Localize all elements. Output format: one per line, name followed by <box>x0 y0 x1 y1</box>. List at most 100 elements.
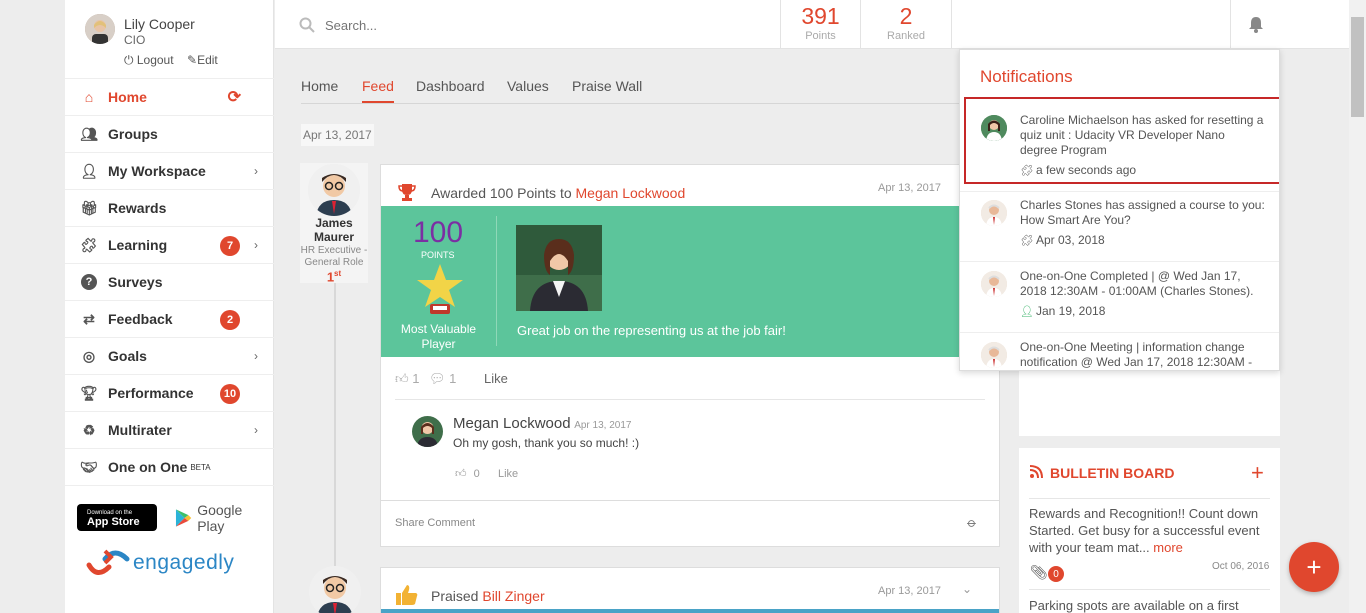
author-role: HR Executive - General Role <box>300 245 368 268</box>
commenter-avatar[interactable] <box>412 416 443 447</box>
sidebar-item-label: Performance <box>108 385 194 401</box>
rank-suffix: st <box>334 269 342 278</box>
comment-text: Oh my gosh, thank you so much! :) <box>453 436 640 450</box>
search-icon <box>299 17 315 33</box>
post2-author-avatar[interactable] <box>309 566 361 613</box>
floating-add-button[interactable]: + <box>1289 542 1339 592</box>
tabs-divider <box>301 103 961 104</box>
sidebar-item-label: Rewards <box>108 200 167 216</box>
post-date: Apr 13, 2017 <box>878 182 941 194</box>
bulletin-title: BULLETIN BOARD <box>1050 465 1175 481</box>
edit-link[interactable]: ✎Edit <box>187 53 218 67</box>
paperclip-icon[interactable]: 📎︎ <box>1030 564 1048 581</box>
bulletin-board: BULLETIN BOARD + Rewards and Recognition… <box>1019 448 1280 613</box>
notification-time: 🧩︎ Apr 03, 2018 <box>1020 233 1279 249</box>
count-badge: 2 <box>220 310 240 330</box>
user-avatar[interactable] <box>85 14 115 44</box>
plus-icon: + <box>1306 551 1322 582</box>
tab-feed[interactable]: Feed <box>362 78 394 104</box>
sidebar-item-feedback[interactable]: ⇄ Feedback 2 <box>65 301 274 338</box>
sidebar-item-rewards[interactable]: 🎁︎ Rewards <box>65 190 274 227</box>
tab-dashboard[interactable]: Dashboard <box>416 78 485 94</box>
commenter-name[interactable]: Megan Lockwood <box>453 415 571 432</box>
notification-text: One-on-One Completed | @ Wed Jan 17, 201… <box>1020 269 1254 298</box>
bulletin-item2-text[interactable]: Parking spots are available on a first <box>1029 598 1274 613</box>
notification-text: One-on-One Meeting | information change … <box>1020 340 1253 369</box>
logout-label: Logout <box>136 53 174 67</box>
share-comment-box[interactable]: Share Comment ⌀ <box>381 500 999 546</box>
comment-like-count[interactable]: 👍︎ 0 <box>455 467 480 480</box>
notification-item[interactable]: One-on-One Meeting | information change … <box>960 340 1279 370</box>
post2-menu-chevron-icon[interactable]: ⌄ <box>962 582 972 596</box>
sidebar-item-learning[interactable]: 🧩︎ Learning 7 › <box>65 227 274 264</box>
sidebar-item-my-workspace[interactable]: 👤︎ My Workspace › <box>65 153 274 190</box>
notification-avatar <box>981 271 1007 297</box>
ranked-label: Ranked <box>887 30 925 42</box>
trophy-icon <box>398 184 416 201</box>
post2-recipient-link[interactable]: Bill Zinger <box>482 588 544 604</box>
target-icon: ◎ <box>82 347 96 364</box>
bulletin-item-date: Oct 06, 2016 <box>1212 561 1270 572</box>
notification-divider <box>960 261 1279 262</box>
gift-icon: 🎁︎ <box>80 199 98 216</box>
like-button[interactable]: Like <box>484 371 508 386</box>
sidebar-item-one-on-one[interactable]: 🤝︎ One on One BETA <box>65 449 274 486</box>
ranked-stat[interactable]: 2 Ranked <box>860 0 952 49</box>
notifications-button[interactable] <box>1230 0 1280 49</box>
chevron-right-icon: › <box>254 349 258 363</box>
thumbs-up-praise-icon <box>396 585 418 605</box>
google-play-badge[interactable]: Google Play <box>175 502 270 534</box>
paperclip-icon[interactable]: ⌀ <box>963 515 980 532</box>
notification-item[interactable]: One-on-One Completed | @ Wed Jan 17, 201… <box>960 269 1279 333</box>
comment-count-button[interactable]: 💬︎ 1 <box>429 371 456 387</box>
logout-link[interactable]: ⏻ Logout <box>124 53 174 68</box>
tab-home[interactable]: Home <box>301 78 338 94</box>
puzzle-icon: 🧩︎ <box>1020 235 1034 247</box>
points-stat[interactable]: 391 Points <box>780 0 860 49</box>
date-chip: Apr 13, 2017 <box>301 124 374 146</box>
person-icon: 👤︎ <box>1020 306 1034 318</box>
bulletin-more-link[interactable]: more <box>1153 540 1183 555</box>
sidebar-item-goals[interactable]: ◎ Goals › <box>65 338 274 375</box>
puzzle-icon: 🧩︎ <box>80 236 98 253</box>
like-count-button[interactable]: 👍︎ 1 <box>395 371 419 387</box>
comment-like-button[interactable]: Like <box>498 468 518 480</box>
search-input[interactable] <box>325 12 725 38</box>
comment-count: 1 <box>449 371 457 386</box>
points-amount: 100 <box>413 216 464 249</box>
notification-time: 👤︎ Jan 19, 2018 <box>1020 304 1279 320</box>
scrollbar-thumb[interactable] <box>1351 17 1364 117</box>
app-store-badge[interactable]: Download on the App Store <box>77 504 157 531</box>
tab-values[interactable]: Values <box>507 78 549 94</box>
share-comment-placeholder: Share Comment <box>395 517 476 529</box>
notification-avatar <box>981 342 1007 368</box>
recipient-link[interactable]: Megan Lockwood <box>576 185 686 201</box>
comment-date: Apr 13, 2017 <box>574 420 632 431</box>
notifications-panel: Notifications Caroline Michaelson has as… <box>959 49 1280 371</box>
sidebar-item-home[interactable]: ⌂ Home ⟳ <box>65 79 274 116</box>
sidebar-item-groups[interactable]: 👥︎ Groups <box>65 116 274 153</box>
rss-icon <box>1030 465 1043 478</box>
post-author-card[interactable]: James Maurer HR Executive - General Role… <box>300 163 368 285</box>
bulletin-item-text[interactable]: Rewards and Recognition!! Count down Sta… <box>1029 505 1274 556</box>
notification-divider <box>960 332 1279 333</box>
refresh-icon[interactable]: ⟳ <box>228 87 241 107</box>
sidebar-item-surveys[interactable]: ? Surveys <box>65 264 274 301</box>
bulletin-add-button[interactable]: + <box>1251 460 1264 486</box>
sidebar-item-performance[interactable]: 🏆︎ Performance 10 <box>65 375 274 412</box>
post2-date: Apr 13, 2017 <box>878 585 941 597</box>
chevron-right-icon: › <box>254 164 258 178</box>
recycle-icon: ♻ <box>82 421 96 438</box>
author-first-name: James <box>315 216 353 230</box>
rank-value: 1 <box>326 269 335 285</box>
thumbs-up-icon: 👍︎ <box>455 468 467 480</box>
beta-badge: BETA <box>190 462 211 472</box>
tab-praise-wall[interactable]: Praise Wall <box>572 78 642 94</box>
question-icon: ? <box>81 274 97 290</box>
sidebar-item-multirater[interactable]: ♻ Multirater › <box>65 412 274 449</box>
post-header: Awarded 100 Points to Megan Lockwood <box>431 185 685 201</box>
post2-header: Praised Bill Zinger <box>431 588 545 604</box>
notification-item[interactable]: Charles Stones has assigned a course to … <box>960 198 1279 262</box>
sidebar-item-label: Learning <box>108 237 168 253</box>
author-last-name: Maurer <box>313 230 354 244</box>
